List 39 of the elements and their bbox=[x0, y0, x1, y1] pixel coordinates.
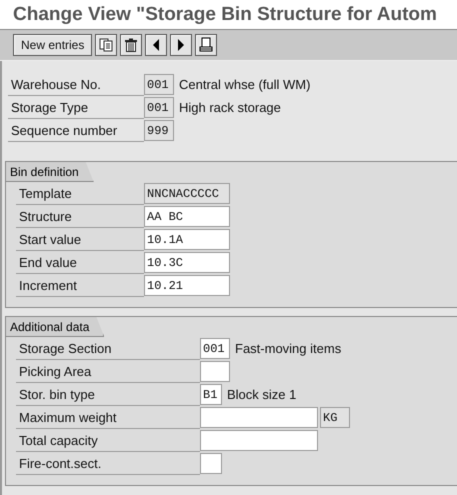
input-field[interactable] bbox=[200, 361, 230, 382]
input-field[interactable]: AA BC bbox=[144, 206, 230, 227]
input-field[interactable]: 001 bbox=[200, 338, 230, 359]
field-description: Central whse (full WM) bbox=[179, 77, 310, 92]
field-label: Picking Area bbox=[16, 360, 200, 382]
copy-icon bbox=[99, 38, 114, 52]
field-description: Fast-moving items bbox=[235, 341, 342, 356]
previous-button[interactable] bbox=[145, 34, 168, 56]
input-field[interactable]: B1 bbox=[200, 384, 222, 405]
input-field[interactable] bbox=[200, 430, 318, 451]
right-triangle-icon bbox=[177, 39, 186, 51]
input-field[interactable]: 10.3C bbox=[144, 252, 230, 273]
group-title: Bin definition bbox=[6, 162, 94, 182]
input-field[interactable]: NNCNACCCCC bbox=[144, 183, 230, 204]
field-label: Stor. bin type bbox=[16, 384, 200, 406]
field-label: Storage Section bbox=[16, 338, 200, 360]
new-entries-button[interactable]: New entries bbox=[13, 34, 92, 56]
input-field[interactable]: 999 bbox=[144, 120, 174, 141]
input-field[interactable]: 10.1A bbox=[144, 229, 230, 250]
left-triangle-icon bbox=[152, 39, 160, 51]
field-description: Block size 1 bbox=[227, 387, 296, 402]
trash-icon bbox=[124, 38, 138, 52]
field-label: Total capacity bbox=[16, 430, 200, 452]
window-title: Change View "Storage Bin Structure for Autom bbox=[13, 4, 437, 26]
group-title: Additional data bbox=[6, 317, 104, 337]
field-label: Maximum weight bbox=[16, 406, 200, 428]
field-label: Fire-cont.sect. bbox=[16, 452, 200, 474]
printer-icon bbox=[199, 37, 214, 53]
input-field[interactable]: 10.21 bbox=[144, 275, 230, 296]
print-button[interactable] bbox=[195, 34, 218, 56]
input-field[interactable]: 001 bbox=[144, 97, 174, 118]
copy-button[interactable] bbox=[95, 34, 118, 56]
next-button[interactable] bbox=[170, 34, 192, 56]
field-description: High rack storage bbox=[179, 100, 281, 115]
input-field[interactable] bbox=[200, 453, 222, 474]
input-field[interactable]: 001 bbox=[144, 74, 174, 95]
input-field[interactable] bbox=[200, 407, 318, 428]
delete-button[interactable] bbox=[120, 34, 142, 56]
unit-field: KG bbox=[320, 407, 350, 428]
